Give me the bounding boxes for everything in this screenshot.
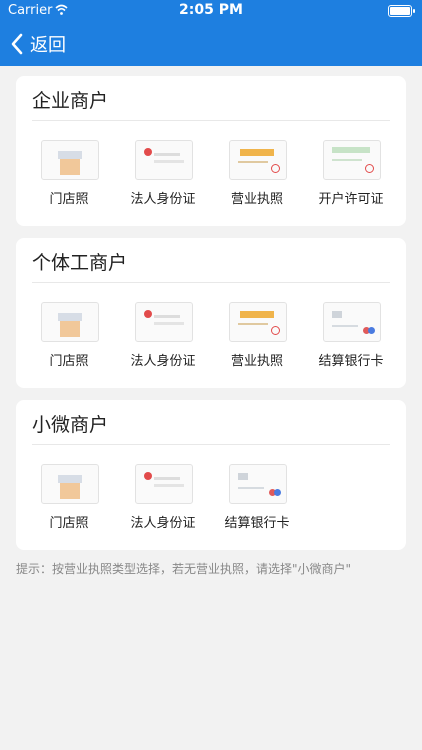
id-card-icon [135,302,193,342]
storefront-photo-icon [41,302,99,342]
section-title: 企业商户 [32,90,109,112]
option-label: 营业执照 [230,192,283,207]
divider [32,120,390,121]
battery-icon [388,5,415,17]
option-store-photo[interactable]: 门店照 [22,138,116,216]
section-title: 个体工商户 [32,252,128,274]
status-bar: Carrier 2:05 PM [0,0,422,22]
option-label: 营业执照 [230,354,283,369]
section-title: 小微商户 [32,414,109,436]
option-store-photo[interactable]: 门店照 [22,462,116,540]
option-label: 法人身份证 [130,354,196,369]
account-permit-icon [323,140,381,180]
option-label: 结算银行卡 [318,354,384,369]
option-label: 结算银行卡 [224,516,290,531]
option-label: 门店照 [49,516,89,531]
option-business-license[interactable]: 营业执照 [210,138,304,216]
status-time: 2:05 PM [179,2,243,18]
bank-card-icon [229,464,287,504]
option-label: 法人身份证 [130,516,196,531]
storefront-photo-icon [41,464,99,504]
hint-text: 提示：按营业执照类型选择，若无营业执照，请选择"小微商户" [16,562,352,576]
option-bank-card[interactable]: 结算银行卡 [210,462,304,540]
storefront-photo-icon [41,140,99,180]
option-legal-id-card[interactable]: 法人身份证 [116,300,210,378]
option-legal-id-card[interactable]: 法人身份证 [116,138,210,216]
divider [32,444,390,445]
bank-card-icon [323,302,381,342]
option-account-permit[interactable]: 开户许可证 [304,138,398,216]
back-label: 返回 [30,35,66,56]
section-individual: 个体工商户 门店照 法人身份证 营业执照 结算银行卡 [16,238,406,388]
divider [32,282,390,283]
section-enterprise: 企业商户 门店照 法人身份证 营业执照 开户许可证 [16,76,406,226]
chevron-left-icon [11,33,23,55]
business-license-icon [229,140,287,180]
id-card-icon [135,464,193,504]
back-button[interactable]: 返回 [10,30,66,58]
business-license-icon [229,302,287,342]
id-card-icon [135,140,193,180]
option-label: 门店照 [49,354,89,369]
option-legal-id-card[interactable]: 法人身份证 [116,462,210,540]
option-store-photo[interactable]: 门店照 [22,300,116,378]
option-label: 法人身份证 [130,192,196,207]
option-business-license[interactable]: 营业执照 [210,300,304,378]
section-micro: 小微商户 门店照 法人身份证 结算银行卡 [16,400,406,550]
option-label: 门店照 [49,192,89,207]
option-label: 开户许可证 [318,192,384,207]
option-bank-card[interactable]: 结算银行卡 [304,300,398,378]
nav-bar: 返回 [0,22,422,66]
